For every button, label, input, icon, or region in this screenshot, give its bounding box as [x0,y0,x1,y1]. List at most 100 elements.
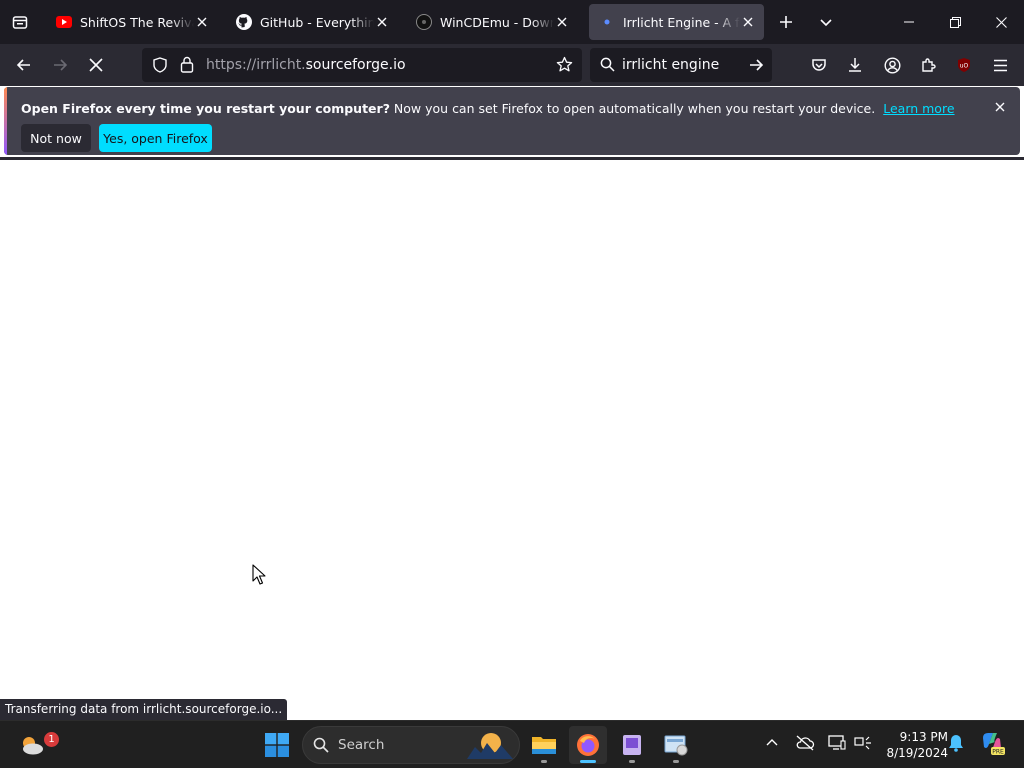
running-indicator [541,760,547,763]
plus-icon [780,16,792,28]
running-indicator [673,760,679,763]
onedrive-tray-icon[interactable] [793,731,817,755]
lock-icon[interactable] [180,56,194,77]
app-window-icon [623,735,641,755]
system-clock[interactable]: 9:13 PM 8/19/2024 [878,729,948,761]
tab-strip: ShiftOS The Revival - YouTube GitHub - E… [0,0,1024,44]
clock-date: 8/19/2024 [886,746,948,760]
account-button[interactable] [876,49,908,81]
url-text[interactable]: https://irrlicht.sourceforge.io [206,57,406,73]
not-now-button[interactable]: Not now [21,124,91,152]
search-go-arrow-icon[interactable] [748,57,764,77]
taskbar-search-box[interactable]: Search [302,726,520,764]
download-icon [849,58,861,72]
loading-dot-icon [599,14,615,30]
tab-irrlicht[interactable]: Irrlicht Engine - A free open source 3D … [589,4,764,40]
search-highlight-landscape-icon [467,731,513,763]
tab-wincdemu[interactable]: WinCDEmu - Download [406,4,578,40]
search-icon [313,737,329,757]
wincdemu-icon [416,14,432,30]
running-indicator [629,760,635,763]
copilot-icon: PRE [983,733,1005,756]
search-icon [600,57,615,76]
ublock-shield-icon: uO [958,58,970,72]
tab-title: ShiftOS The Revival - YouTube [80,14,194,30]
ublock-origin-button[interactable]: uO [948,49,980,81]
notifications-button[interactable] [944,731,968,755]
hamburger-menu-icon [993,59,1007,71]
learn-more-link[interactable]: Learn more [883,101,954,116]
stop-button[interactable] [80,49,112,81]
notification-title: Open Firefox every time you restart your… [21,101,390,116]
cloud-offline-icon [796,735,815,751]
weather-widget[interactable]: 1 [13,726,59,764]
github-icon [236,14,252,30]
stop-x-icon [89,58,103,72]
svg-text:uO: uO [960,63,969,70]
bell-icon [949,735,963,752]
extensions-button[interactable] [912,49,944,81]
status-panel: Transferring data from irrlicht.sourcefo… [0,699,288,720]
forward-button[interactable] [44,49,76,81]
notification-body: Now you can set Firefox to open automati… [389,101,876,116]
list-all-tabs-button[interactable] [810,6,842,38]
svg-text:PRE: PRE [992,749,1004,756]
bookmark-star-icon[interactable] [556,56,573,77]
pocket-button[interactable] [803,49,835,81]
tab-title: WinCDEmu - Download [440,14,554,30]
folder-icon [532,737,556,754]
yes-open-firefox-button[interactable]: Yes, open Firefox [99,124,212,152]
mouse-pointer-icon [252,564,266,585]
close-window-button[interactable] [978,0,1024,44]
navigation-toolbar: https://irrlicht.sourceforge.io irrlicht… [0,44,1024,86]
active-indicator [580,760,596,763]
firefox-view-button[interactable] [0,0,40,44]
network-volume-icon [854,736,871,750]
close-tab-icon[interactable] [554,14,570,30]
search-input[interactable]: irrlicht engine [622,57,719,73]
back-button[interactable] [8,49,40,81]
weather-cloud-icon [23,737,43,755]
tab-github[interactable]: GitHub - EverythingWindows [226,4,398,40]
page-content[interactable] [0,160,1024,720]
url-bar[interactable]: https://irrlicht.sourceforge.io [142,48,582,82]
close-tab-icon[interactable] [740,14,756,30]
search-bar[interactable]: irrlicht engine [590,48,772,82]
youtube-icon [56,14,72,30]
close-notification-icon[interactable] [992,99,1008,115]
firefox-view-icon [12,16,28,29]
taskbar-app-purple[interactable] [613,726,651,764]
url-subdomain: irrlicht. [256,57,306,73]
close-tab-icon[interactable] [374,14,390,30]
copilot-button[interactable]: PRE [978,729,1006,757]
monitor-icon [828,735,846,750]
url-scheme: https:// [206,57,257,73]
arrow-left-icon [16,59,30,71]
tab-title: GitHub - EverythingWindows [260,14,374,30]
chevron-down-icon [820,19,832,27]
minimize-icon [904,21,914,23]
minimize-button[interactable] [886,0,932,44]
pocket-icon [812,59,826,71]
disk-tool-icon [664,735,688,756]
restore-button[interactable] [932,0,978,44]
start-button[interactable] [258,726,296,764]
clock-time: 9:13 PM [899,730,948,744]
app-menu-button[interactable] [984,49,1016,81]
taskbar-firefox[interactable] [569,726,607,764]
taskbar-file-explorer[interactable] [525,726,563,764]
restore-icon [949,16,961,28]
display-tray-icon[interactable] [825,731,849,755]
new-tab-button[interactable] [770,6,802,38]
taskbar-disk-tool[interactable] [657,726,695,764]
network-sound-tray-icon[interactable] [851,731,875,755]
chevron-up-icon [766,739,778,746]
notification-message: Open Firefox every time you restart your… [21,101,955,116]
tab-youtube[interactable]: ShiftOS The Revival - YouTube [46,4,218,40]
url-host: sourceforge.io [305,57,406,73]
show-hidden-icons-button[interactable] [760,731,784,755]
downloads-button[interactable] [839,49,871,81]
close-tab-icon[interactable] [194,14,210,30]
firefox-logo-icon [577,734,599,756]
tracking-protection-shield-icon[interactable] [152,57,168,77]
